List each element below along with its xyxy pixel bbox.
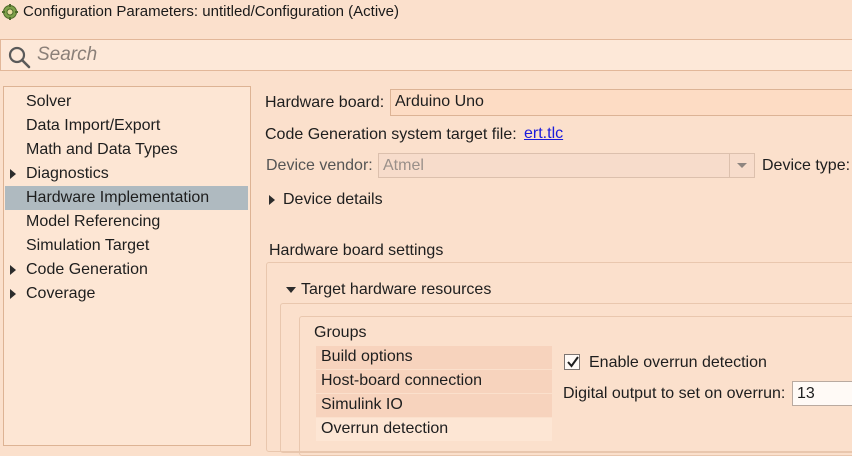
expand-arrow-icon[interactable] [269,195,275,205]
expand-arrow-icon[interactable] [10,289,16,299]
sidebar-item-label: Math and Data Types [26,141,178,158]
group-tab-host-board-connection[interactable]: Host-board connection [316,370,552,393]
groups-heading: Groups [314,324,367,341]
sidebar-item-diagnostics[interactable]: Diagnostics [5,162,248,186]
search-icon [8,46,31,69]
title-bar: Configuration Parameters: untitled/Confi… [0,0,852,26]
expand-arrow-icon[interactable] [10,169,16,179]
device-vendor-label: Device vendor: [266,157,373,174]
sidebar-item-hardware-implementation[interactable]: Hardware Implementation [5,186,248,210]
search-input[interactable] [37,43,737,67]
sidebar-item-code-generation[interactable]: Code Generation [5,258,248,282]
device-vendor-select[interactable]: Atmel [378,153,755,178]
category-tree: Solver Data Import/Export Math and Data … [3,86,251,446]
chevron-down-icon [737,163,747,168]
group-tab-overrun-detection[interactable]: Overrun detection [316,418,552,441]
overrun-pin-field[interactable]: 13 [792,381,852,406]
enable-overrun-label: Enable overrun detection [589,354,767,371]
device-vendor-value: Atmel [383,157,424,174]
target-file-label: Code Generation system target file: [265,126,517,143]
sidebar-item-label: Model Referencing [26,213,161,230]
dropdown-button[interactable] [729,154,754,177]
target-resources-toggle[interactable]: Target hardware resources [301,281,496,299]
sidebar-item-label: Hardware Implementation [26,189,210,206]
checkmark-icon [567,356,579,368]
sidebar-item-model-referencing[interactable]: Model Referencing [5,210,248,234]
sidebar-item-coverage[interactable]: Coverage [5,282,248,306]
window-title: Configuration Parameters: untitled/Confi… [23,3,400,20]
enable-overrun-checkbox[interactable] [564,354,580,370]
sidebar-item-solver[interactable]: Solver [5,90,248,114]
sidebar-item-label: Data Import/Export [26,117,161,134]
group-tab-build-options[interactable]: Build options [316,346,552,369]
hardware-board-label: Hardware board: [265,94,385,111]
collapse-arrow-icon[interactable] [286,287,296,293]
search-bar [0,39,852,71]
board-settings-heading: Hardware board settings [269,242,448,260]
sidebar-item-label: Diagnostics [26,165,109,182]
hardware-board-field[interactable]: Arduino Uno [390,89,852,116]
target-file-link[interactable]: ert.tlc [524,125,563,143]
sidebar-item-label: Code Generation [26,261,148,278]
group-tab-simulink-io[interactable]: Simulink IO [316,394,552,417]
expand-arrow-icon[interactable] [10,265,16,275]
sidebar-item-label: Simulation Target [26,237,150,254]
sidebar-item-simulation-target[interactable]: Simulation Target [5,234,248,258]
device-type-label: Device type: [762,157,851,174]
sidebar-item-data-import-export[interactable]: Data Import/Export [5,114,248,138]
sidebar-item-label: Solver [26,93,72,110]
overrun-pin-label: Digital output to set on overrun: [563,385,786,402]
sidebar-item-label: Coverage [26,285,96,302]
device-details-toggle[interactable]: Device details [283,191,383,209]
simulink-gear-icon [2,4,18,20]
sidebar-item-math-and-data-types[interactable]: Math and Data Types [5,138,248,162]
